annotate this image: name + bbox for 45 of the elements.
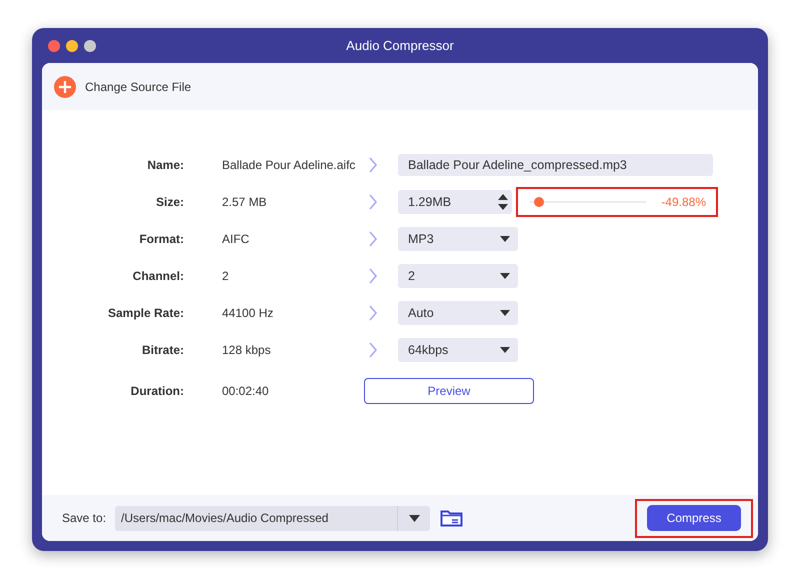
source-value: 00:02:40 xyxy=(222,384,270,398)
chevron-right-icon xyxy=(368,194,378,210)
chevron-right-icon xyxy=(368,304,378,320)
source-value: 44100 Hz xyxy=(222,306,274,320)
slider-thumb[interactable] xyxy=(534,196,544,206)
caret-down-icon xyxy=(500,236,510,242)
minimize-icon[interactable] xyxy=(66,40,78,52)
source-value: Ballade Pour Adeline.aifc xyxy=(222,158,356,172)
source-value: 2.57 MB xyxy=(222,194,268,208)
caret-down-icon xyxy=(408,514,420,522)
field-label: Duration: xyxy=(130,384,184,398)
folder-icon[interactable] xyxy=(440,509,464,527)
dropdown[interactable]: 64kbps xyxy=(398,338,518,362)
caret-down-icon xyxy=(500,346,510,352)
save-path-field[interactable]: /Users/mac/Movies/Audio Compressed xyxy=(115,506,430,530)
chevron-right-icon xyxy=(368,342,378,358)
source-value: 128 kbps xyxy=(222,342,272,356)
percent-reading: -49.88% xyxy=(661,194,706,208)
save-to-label: Save to: xyxy=(62,511,106,525)
zoom-icon[interactable] xyxy=(84,40,96,52)
dropdown[interactable]: 2 xyxy=(398,264,518,288)
chevron-right-icon xyxy=(368,156,378,172)
field-label: Sample Rate: xyxy=(108,306,184,320)
caret-down-icon xyxy=(500,310,510,316)
close-icon[interactable] xyxy=(48,40,60,52)
preview-button[interactable]: Preview xyxy=(364,378,534,404)
source-value: AIFC xyxy=(222,232,250,246)
compress-button[interactable]: Compress xyxy=(647,505,741,531)
caret-down-icon xyxy=(500,272,510,278)
field-label: Format: xyxy=(139,232,184,246)
size-field[interactable]: 1.29MB xyxy=(398,190,512,214)
chevron-right-icon xyxy=(368,268,378,284)
field-label: Size: xyxy=(156,194,184,208)
change-source-button[interactable]: Change Source File xyxy=(54,76,192,98)
output-name-field[interactable]: Ballade Pour Adeline_compressed.mp3 xyxy=(398,154,713,176)
field-label: Bitrate: xyxy=(142,342,184,356)
window-title: Audio Compressor xyxy=(346,38,454,53)
chevron-right-icon xyxy=(368,230,378,246)
plus-icon xyxy=(54,76,76,98)
field-label: Channel: xyxy=(132,268,184,282)
dropdown[interactable]: MP3 xyxy=(398,226,518,250)
source-value: 2 xyxy=(222,268,230,282)
dropdown[interactable]: Auto xyxy=(398,300,518,324)
field-label: Name: xyxy=(147,158,184,172)
stepper-icon[interactable] xyxy=(498,192,508,210)
